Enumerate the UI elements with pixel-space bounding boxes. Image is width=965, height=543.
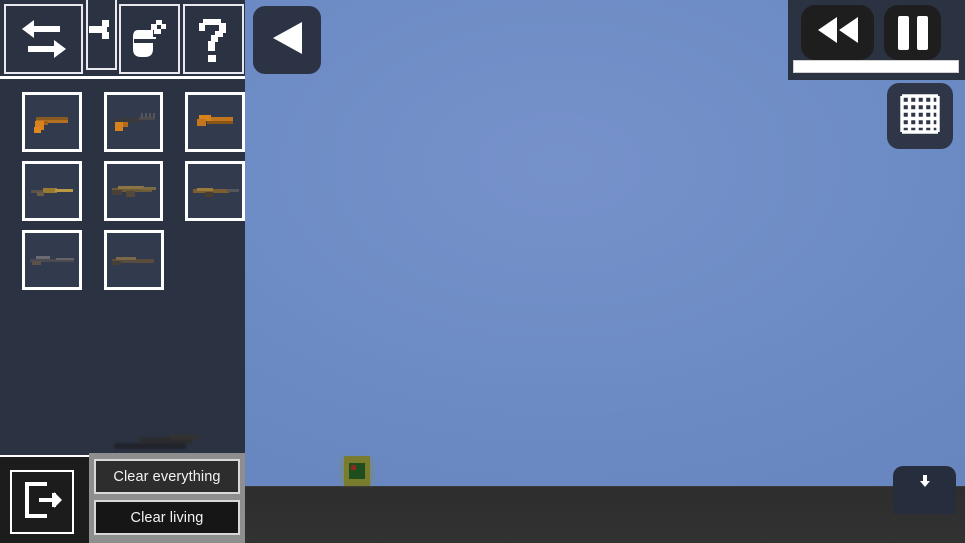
weapon-rifle[interactable] (22, 161, 82, 221)
exit-button[interactable] (10, 470, 74, 534)
pistol-icon (28, 107, 76, 137)
rewind-button[interactable] (801, 5, 874, 60)
grid-icon (899, 93, 941, 140)
app-root: Clear everything Clear living (0, 0, 965, 543)
download-icon (918, 474, 932, 495)
carbine-icon (108, 181, 160, 201)
next-tool-button[interactable] (86, 0, 117, 70)
sniper-icon (26, 252, 78, 268)
weapon-pistol[interactable] (22, 92, 82, 152)
weapon-grid-row (0, 152, 246, 221)
swap-tool-button[interactable] (4, 4, 83, 74)
grenade-tool-button[interactable] (119, 4, 180, 74)
smg-icon (109, 107, 159, 137)
weapon-shotgun[interactable] (104, 230, 164, 290)
weapon-carbine[interactable] (103, 161, 164, 221)
arrow-right-icon (88, 0, 115, 68)
pause-icon (894, 15, 932, 50)
rifle-icon (27, 182, 77, 200)
weapon-grid-row (0, 221, 245, 290)
back-button[interactable] (253, 6, 321, 74)
shotgun-icon (108, 253, 160, 267)
assault-rifle-icon (189, 182, 241, 200)
sawn-off-icon (191, 109, 239, 135)
question-mark-icon (197, 16, 231, 62)
weapon-smg[interactable] (103, 92, 164, 152)
clear-context-menu: Clear everything Clear living (89, 453, 245, 543)
download-panel[interactable] (893, 466, 956, 514)
weapon-ak[interactable] (185, 161, 246, 221)
sidebar-toolbar (0, 0, 245, 79)
entity-marker (351, 465, 356, 470)
weapon-sawnoff[interactable] (185, 92, 246, 152)
clear-living-label: Clear living (130, 509, 204, 526)
clear-everything-label: Clear everything (113, 468, 221, 485)
exit-door-icon (21, 480, 63, 525)
clear-everything-button[interactable]: Clear everything (94, 459, 240, 494)
weapon-sniper[interactable] (22, 230, 82, 290)
grenade-icon (130, 17, 170, 61)
play-left-triangle-icon (270, 20, 304, 61)
weapon-grid-row (0, 83, 246, 152)
spawned-entity[interactable] (341, 456, 373, 488)
pause-button[interactable] (884, 5, 941, 60)
clear-living-button[interactable]: Clear living (94, 500, 240, 535)
help-tool-button[interactable] (183, 4, 244, 74)
swap-arrows-icon (20, 18, 68, 60)
weapon-grid (0, 83, 246, 290)
timeline-slider[interactable] (793, 60, 959, 73)
grid-toggle-button[interactable] (887, 83, 953, 149)
rewind-icon (816, 15, 860, 50)
